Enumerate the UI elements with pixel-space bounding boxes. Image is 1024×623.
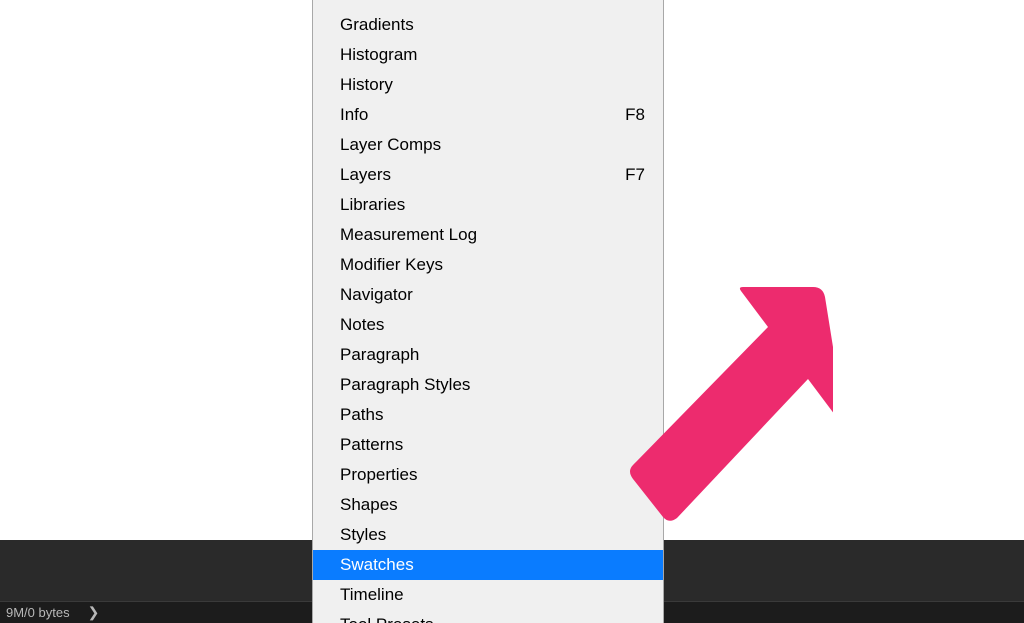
menu-item-libraries[interactable]: Libraries: [313, 190, 663, 220]
menu-item-shapes[interactable]: Shapes: [313, 490, 663, 520]
menu-item-label: Shapes: [340, 495, 398, 515]
menu-item-history[interactable]: History: [313, 70, 663, 100]
window-dropdown-menu: Gradients Histogram History Info F8 Laye…: [312, 0, 664, 623]
menu-item-label: Paths: [340, 405, 383, 425]
menu-item-notes[interactable]: Notes: [313, 310, 663, 340]
menu-item-label: Timeline: [340, 585, 404, 605]
menu-item-label: Properties: [340, 465, 417, 485]
menu-item[interactable]: [313, 0, 663, 10]
menu-item-timeline[interactable]: Timeline: [313, 580, 663, 610]
menu-item-label: Patterns: [340, 435, 403, 455]
menu-item-paragraph[interactable]: Paragraph: [313, 340, 663, 370]
menu-item-label: Notes: [340, 315, 384, 335]
menu-item-swatches[interactable]: Swatches: [313, 550, 663, 580]
menu-item-label: Navigator: [340, 285, 413, 305]
menu-item-label: Measurement Log: [340, 225, 477, 245]
menu-item-layer-comps[interactable]: Layer Comps: [313, 130, 663, 160]
menu-item-gradients[interactable]: Gradients: [313, 10, 663, 40]
menu-item-label: Info: [340, 105, 368, 125]
menu-item-label: History: [340, 75, 393, 95]
menu-item-label: Styles: [340, 525, 386, 545]
menu-item-label: Paragraph Styles: [340, 375, 470, 395]
menu-item-histogram[interactable]: Histogram: [313, 40, 663, 70]
menu-item-navigator[interactable]: Navigator: [313, 280, 663, 310]
chevron-right-icon[interactable]: ❯: [88, 604, 100, 621]
menu-item-info[interactable]: Info F8: [313, 100, 663, 130]
menu-item-patterns[interactable]: Patterns: [313, 430, 663, 460]
menu-item-styles[interactable]: Styles: [313, 520, 663, 550]
menu-item-layers[interactable]: Layers F7: [313, 160, 663, 190]
menu-item-label: Layer Comps: [340, 135, 441, 155]
menu-item-shortcut: F8: [625, 105, 645, 125]
menu-item-paragraph-styles[interactable]: Paragraph Styles: [313, 370, 663, 400]
menu-item-tool-presets[interactable]: Tool Presets: [313, 610, 663, 623]
menu-item-label: Libraries: [340, 195, 405, 215]
menu-item-label: Modifier Keys: [340, 255, 443, 275]
menu-item-label: Histogram: [340, 45, 417, 65]
menu-item-label: Gradients: [340, 15, 414, 35]
status-text: 9M/0 bytes: [6, 605, 88, 620]
menu-item-modifier-keys[interactable]: Modifier Keys: [313, 250, 663, 280]
menu-item-properties[interactable]: Properties: [313, 460, 663, 490]
menu-item-label: Layers: [340, 165, 391, 185]
menu-item-paths[interactable]: Paths: [313, 400, 663, 430]
menu-item-label: Swatches: [340, 555, 414, 575]
menu-item-label: Paragraph: [340, 345, 419, 365]
menu-item-shortcut: F7: [625, 165, 645, 185]
menu-item-label: Tool Presets: [340, 615, 434, 623]
menu-item-measurement-log[interactable]: Measurement Log: [313, 220, 663, 250]
